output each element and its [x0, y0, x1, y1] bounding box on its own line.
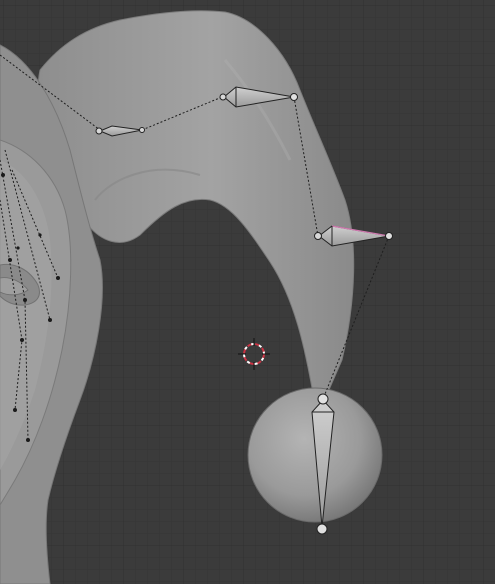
viewport-canvas[interactable]	[0, 0, 495, 584]
3d-viewport[interactable]	[0, 0, 495, 584]
